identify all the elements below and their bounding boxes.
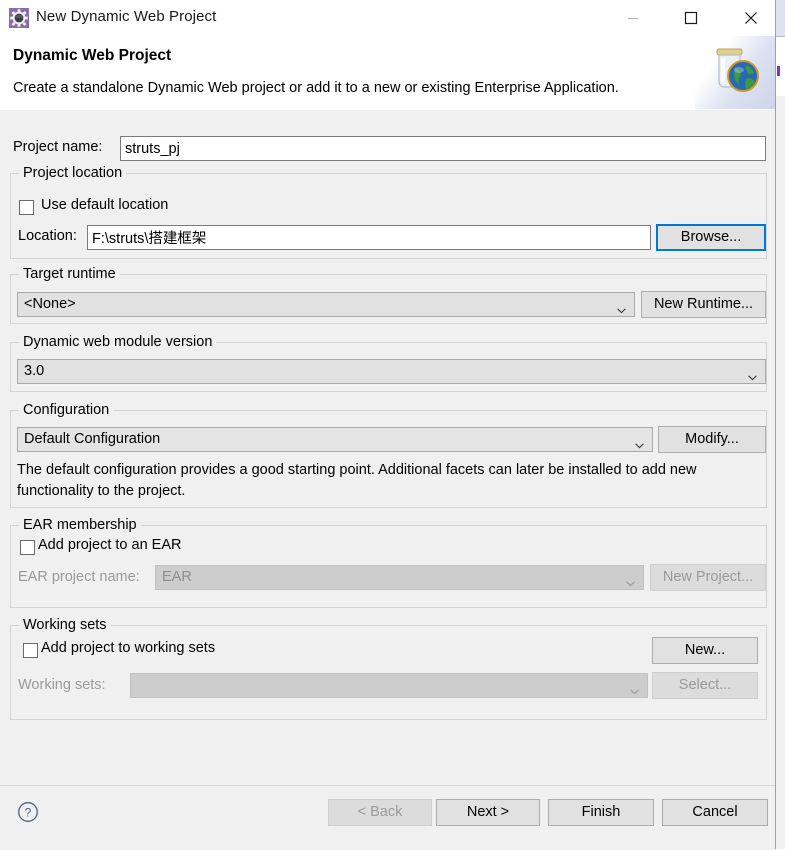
add-project-to-ear-checkbox[interactable]: [20, 540, 35, 555]
working-sets-combo: [130, 673, 648, 698]
project-name-label: Project name:: [13, 139, 103, 155]
finish-button[interactable]: Finish: [548, 799, 654, 826]
background-window-strip: [776, 0, 785, 849]
new-working-set-button[interactable]: New...: [652, 637, 758, 664]
maximize-button[interactable]: [668, 0, 714, 36]
select-working-set-button: Select...: [652, 672, 758, 699]
add-project-to-working-sets-checkbox[interactable]: [23, 643, 38, 658]
page-description: Create a standalone Dynamic Web project …: [13, 80, 619, 96]
help-circle-icon[interactable]: ?: [17, 801, 39, 823]
location-input[interactable]: [87, 225, 651, 250]
add-project-to-working-sets-label[interactable]: Add project to working sets: [41, 640, 215, 656]
browse-button[interactable]: Browse...: [656, 224, 766, 251]
jar-globe-icon: [695, 36, 775, 109]
target-runtime-combo[interactable]: <None>: [17, 292, 635, 317]
minimize-button[interactable]: [610, 0, 656, 36]
project-location-group-title: Project location: [19, 165, 127, 181]
title-bar: New Dynamic Web Project: [0, 0, 775, 36]
background-accent-mark: [777, 66, 780, 76]
wizard-banner: Dynamic Web Project Create a standalone …: [0, 36, 775, 111]
svg-text:?: ?: [25, 805, 32, 819]
working-sets-label: Working sets:: [18, 677, 106, 693]
module-version-group-title: Dynamic web module version: [19, 334, 217, 350]
cancel-button[interactable]: Cancel: [662, 799, 768, 826]
configuration-group-title: Configuration: [19, 402, 114, 418]
target-runtime-value: <None>: [24, 296, 76, 312]
chevron-down-icon: [748, 369, 757, 381]
working-sets-group-title: Working sets: [19, 617, 111, 633]
background-panel-top: [776, 0, 785, 36]
chevron-down-icon: [617, 302, 626, 314]
ear-project-name-label: EAR project name:: [18, 569, 140, 585]
target-runtime-group-title: Target runtime: [19, 266, 120, 282]
page-title: Dynamic Web Project: [13, 47, 172, 64]
configuration-description: The default configuration provides a goo…: [17, 462, 697, 499]
use-default-location-label[interactable]: Use default location: [41, 197, 168, 213]
location-label: Location:: [18, 228, 77, 244]
use-default-location-checkbox[interactable]: [19, 200, 34, 215]
new-ear-project-button: New Project...: [650, 564, 766, 591]
new-dynamic-web-project-dialog: New Dynamic Web Project Dynamic Web Proj…: [0, 0, 776, 850]
modify-button[interactable]: Modify...: [658, 426, 766, 453]
ear-membership-group-title: EAR membership: [19, 517, 141, 533]
project-name-input[interactable]: [120, 136, 766, 161]
chevron-down-icon: [626, 575, 635, 587]
close-button[interactable]: [728, 0, 774, 36]
ear-project-name-value: EAR: [162, 569, 192, 585]
chevron-down-icon: [635, 437, 644, 449]
module-version-combo[interactable]: 3.0: [17, 359, 766, 384]
configuration-value: Default Configuration: [24, 431, 161, 447]
chevron-down-icon: [630, 683, 639, 695]
add-project-to-ear-label[interactable]: Add project to an EAR: [38, 537, 181, 553]
background-panel-bottom: [776, 96, 785, 849]
module-version-value: 3.0: [24, 363, 45, 379]
next-button[interactable]: Next >: [436, 799, 540, 826]
configuration-combo[interactable]: Default Configuration: [17, 427, 653, 452]
eclipse-gear-icon: [9, 8, 29, 28]
ear-project-name-combo: EAR: [155, 565, 644, 590]
wizard-content: Project name: Project location Use defau…: [0, 110, 775, 785]
back-button: < Back: [328, 799, 432, 826]
new-runtime-button[interactable]: New Runtime...: [641, 291, 766, 318]
window-title: New Dynamic Web Project: [36, 8, 217, 25]
